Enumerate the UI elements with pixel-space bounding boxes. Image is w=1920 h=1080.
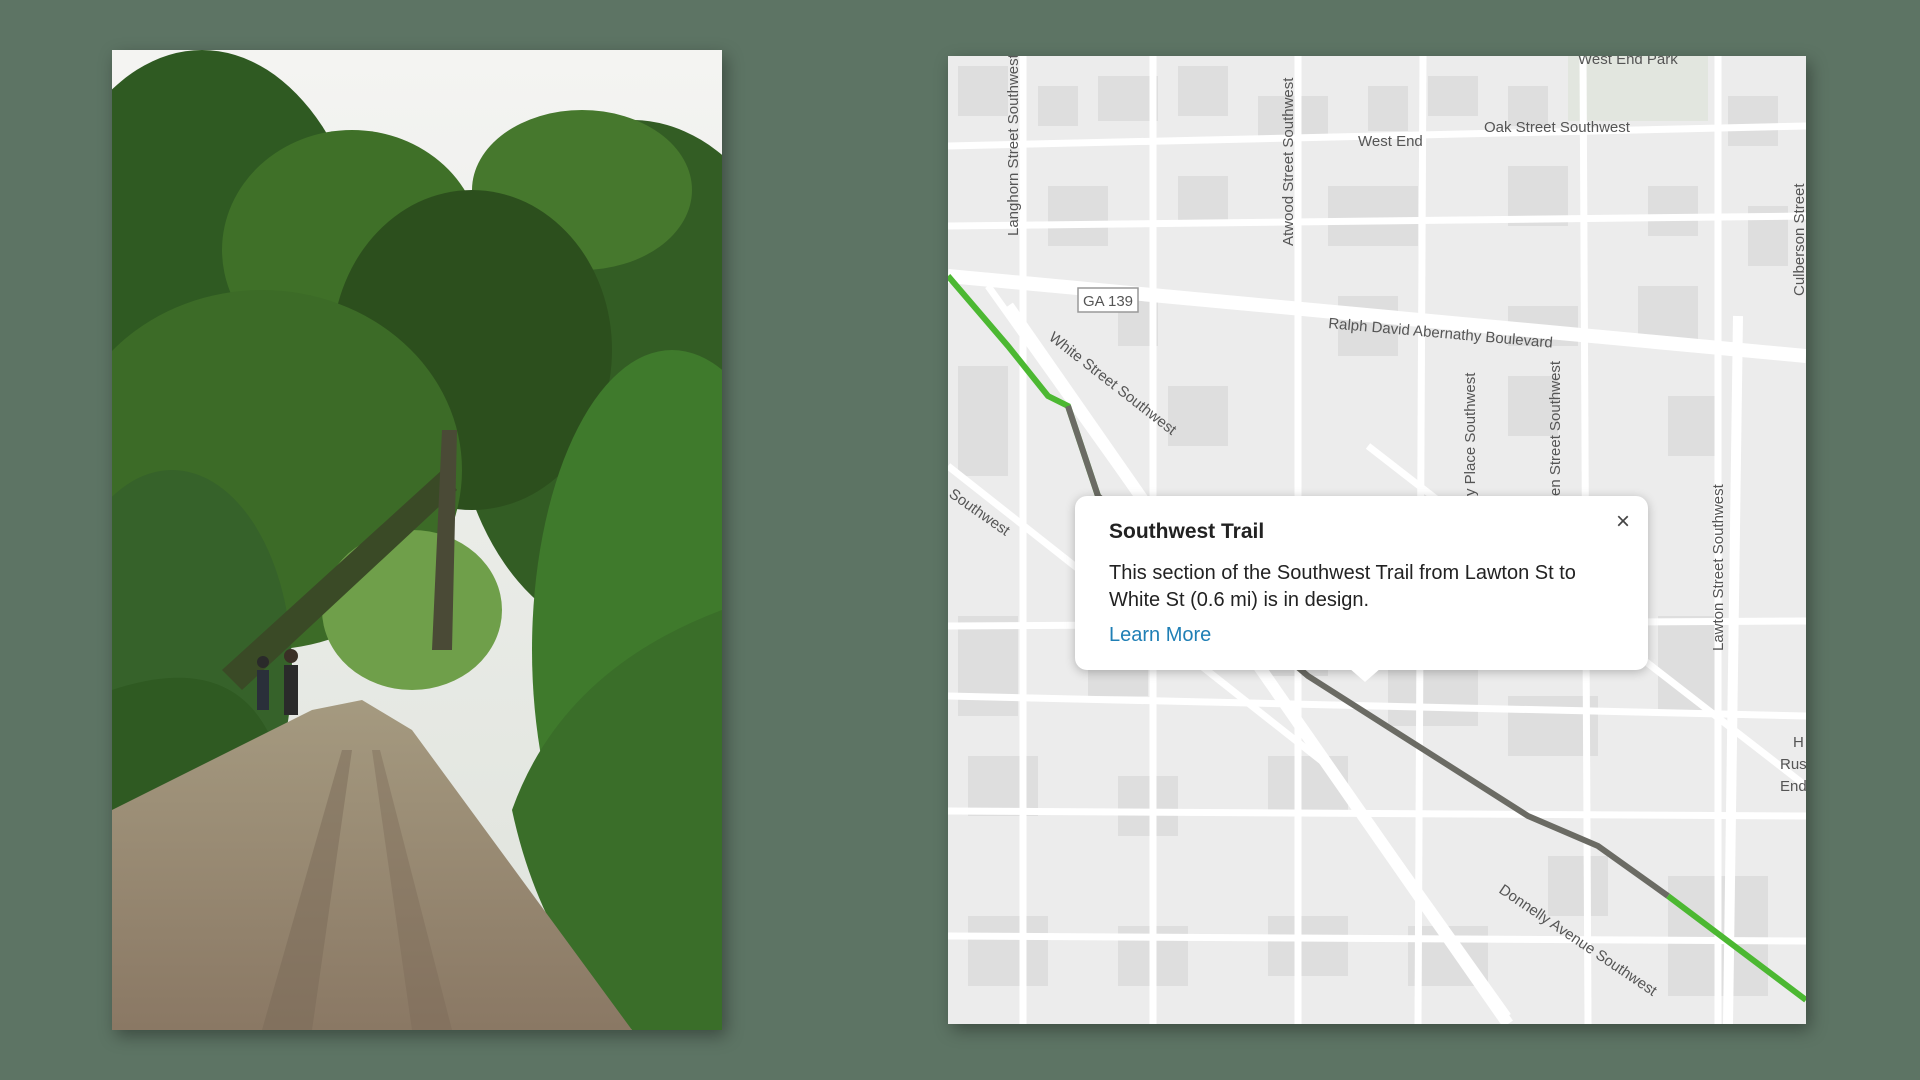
popup-pointer [1349,668,1381,682]
label-langhorn: Langhorn Street Southwest [1005,56,1022,236]
label-en-street: en Street Southwest [1547,360,1564,496]
ga139-label: GA 139 [1083,293,1133,310]
label-oak-street: Oak Street Southwest [1484,119,1631,136]
trail-info-popup: Southwest Trail This section of the Sout… [1075,496,1648,682]
trail-photo [112,50,722,1030]
label-atwood: Atwood Street Southwest [1280,77,1297,246]
trail-photo-image [112,50,722,1030]
label-culberson: Culberson Street [1791,183,1806,296]
label-rus: Rus [1780,756,1806,773]
label-lawton: Lawton Street Southwest [1710,483,1727,651]
close-icon[interactable]: × [1616,508,1630,536]
label-end: End [1780,778,1806,795]
label-west-end-park: West End Park [1578,56,1678,68]
label-h: H [1793,734,1804,751]
learn-more-link[interactable]: Learn More [1109,624,1211,647]
popup-body: This section of the Southwest Trail from… [1109,562,1576,611]
trail-map[interactable]: GA 139 West End Park West End Oak Street… [948,56,1806,1024]
popup-title: Southwest Trail [1109,520,1265,543]
label-place: y Place Southwest [1462,372,1479,496]
label-west-end: West End [1358,133,1423,150]
